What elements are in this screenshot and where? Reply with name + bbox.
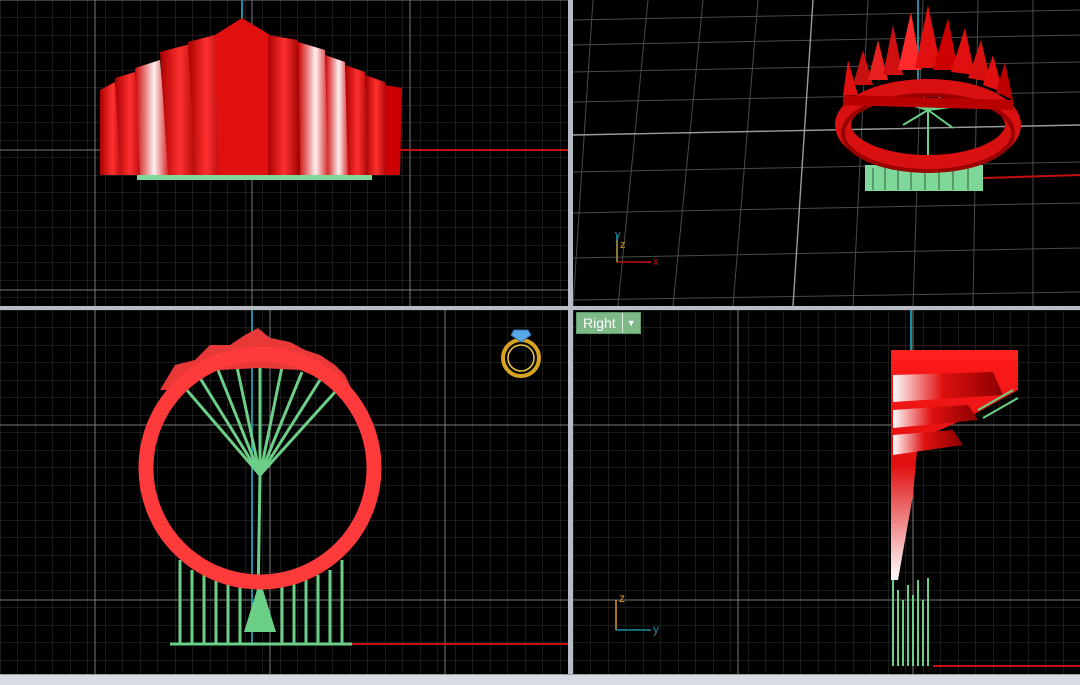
axis-z-label: z (620, 239, 626, 251)
status-bar (0, 674, 1080, 685)
axis-x-label: x (653, 256, 659, 268)
viewport-title-right[interactable]: Right ▼ (576, 312, 641, 334)
viewport-right[interactable]: z y Right ▼ (573, 310, 1080, 674)
top-view-canvas (0, 0, 568, 306)
viewport-front[interactable] (0, 310, 568, 674)
axis-triad-persp: y z x (615, 229, 659, 268)
perspective-view-canvas: y z x (573, 0, 1080, 306)
front-view-canvas (0, 310, 568, 674)
viewport-top[interactable] (0, 0, 568, 306)
viewport-perspective[interactable]: y z x (573, 0, 1080, 306)
axis-y-label: y (653, 622, 659, 636)
chevron-down-icon[interactable]: ▼ (621, 313, 636, 333)
viewport-title-label: Right (583, 315, 616, 331)
right-view-canvas: z y (573, 310, 1080, 674)
axis-z-label: z (619, 591, 625, 605)
